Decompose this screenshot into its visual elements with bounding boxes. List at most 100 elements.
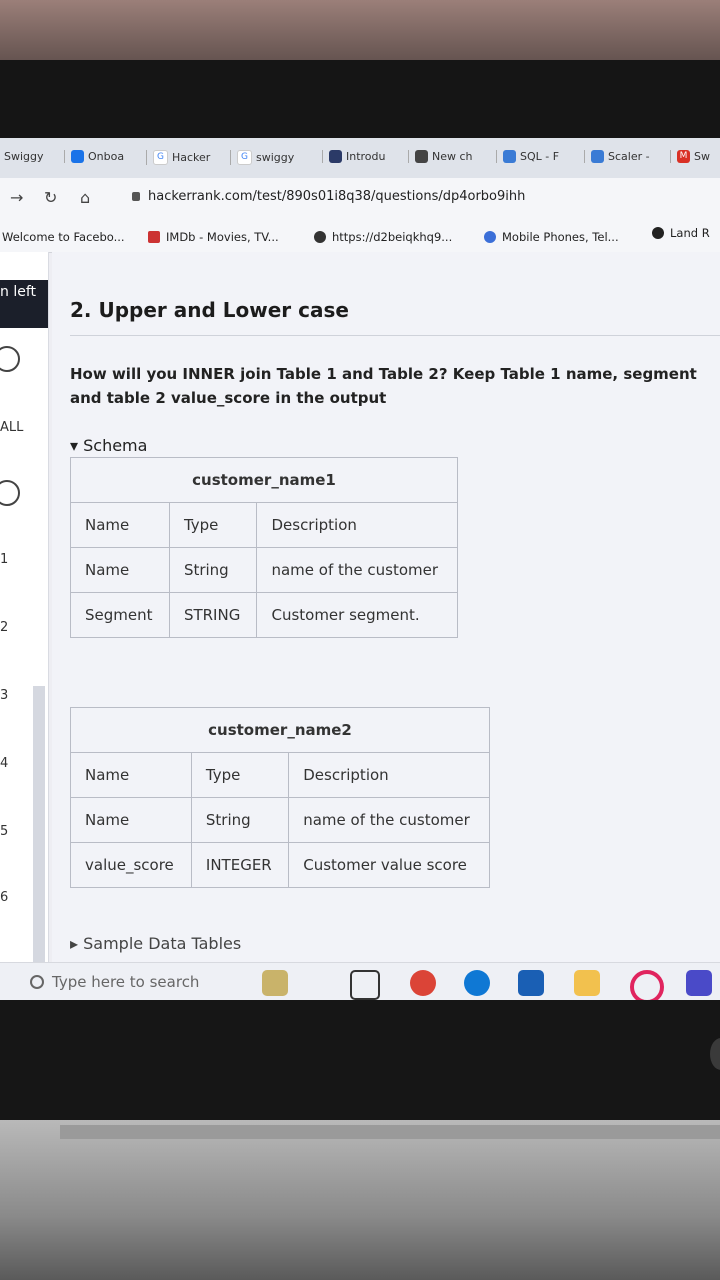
bookmark-land-rover[interactable]: Land R — [652, 226, 710, 240]
question-nav-6[interactable]: 6 — [0, 890, 8, 905]
tab-label: Introdu — [346, 150, 386, 163]
bookmark-label: https://d2beiqkhq9... — [332, 230, 453, 244]
edge-icon[interactable] — [464, 970, 490, 996]
question-number: 2 — [0, 620, 9, 635]
table-header-cell: Description — [288, 752, 490, 798]
all-label: ALL — [0, 420, 24, 435]
question-text: How will you INNER join Table 1 and Tabl… — [70, 365, 697, 407]
tab-label: Swiggy — [4, 150, 44, 163]
tab-label: Hacker — [172, 151, 211, 164]
table-caption: customer_name2 — [70, 707, 490, 753]
table-cell: STRING — [168, 592, 258, 638]
imdb-icon — [148, 231, 160, 243]
laptop-hinge — [60, 1125, 720, 1139]
schema-toggle[interactable]: ▾ Schema — [70, 436, 147, 455]
table-cell: Customer value score — [288, 842, 490, 888]
table-row: value_score INTEGER Customer value score — [70, 842, 490, 888]
globe-icon — [314, 231, 326, 243]
tab-sql[interactable]: SQL - F — [496, 150, 559, 163]
weather-icon[interactable] — [262, 970, 288, 996]
tab-onboa[interactable]: Onboa — [64, 150, 124, 163]
bookmark-d2beiqkhq9[interactable]: https://d2beiqkhq9... — [314, 230, 452, 244]
tab-scaler[interactable]: Scaler - — [584, 150, 650, 163]
table-row: Segment STRING Customer segment. — [70, 592, 458, 638]
table-cell: Customer segment. — [256, 592, 458, 638]
question-title: 2. Upper and Lower case — [70, 298, 349, 322]
search-icon — [30, 975, 44, 989]
table-cell: name of the customer — [256, 547, 458, 593]
chatgpt-icon — [415, 150, 428, 163]
task-view-icon[interactable] — [350, 970, 380, 1000]
opera-icon[interactable] — [630, 970, 664, 1004]
bookmark-label: Welcome to Facebo... — [2, 230, 125, 244]
bookmark-label: Land R — [670, 226, 710, 240]
forward-icon[interactable]: → — [10, 188, 23, 207]
table-header-row: Name Type Description — [70, 502, 458, 548]
sample-data-toggle[interactable]: ▸ Sample Data Tables — [70, 934, 241, 953]
tab-hacker[interactable]: G Hacker — [146, 150, 210, 165]
question-nav-1[interactable]: 1 — [0, 552, 8, 567]
table-caption-row: customer_name2 — [70, 707, 490, 753]
search-placeholder: Type here to search — [52, 973, 200, 991]
table-header-cell: Description — [256, 502, 458, 548]
scaler-icon — [503, 150, 516, 163]
winrar-icon[interactable] — [686, 970, 712, 996]
tab-new-ch[interactable]: New ch — [408, 150, 473, 163]
bookmark-facebook[interactable]: Welcome to Facebo... — [2, 230, 125, 244]
time-left-label: n left — [0, 284, 36, 300]
tab-label: Sw — [694, 150, 710, 163]
table-header-cell: Type — [190, 752, 290, 798]
time-left-badge: n left — [0, 280, 48, 328]
chrome-icon[interactable] — [410, 970, 436, 996]
table-row: Name String name of the customer — [70, 547, 458, 593]
table-cell: String — [190, 797, 290, 843]
monitor-bezel-bottom — [0, 1000, 720, 1135]
question-nav-3[interactable]: 3 — [0, 688, 8, 703]
url-text: hackerrank.com/test/890s01i8q38/question… — [148, 189, 526, 204]
question-nav-5[interactable]: 5 — [0, 824, 8, 839]
question-number: 6 — [0, 890, 9, 905]
tab-label: SQL - F — [520, 150, 560, 163]
tab-swiggy-2[interactable]: Gswiggy — [230, 150, 294, 165]
file-explorer-icon[interactable] — [574, 970, 600, 996]
url-field[interactable]: hackerrank.com/test/890s01i8q38/question… — [132, 189, 525, 204]
store-icon[interactable] — [518, 970, 544, 996]
table-cell: String — [168, 547, 258, 593]
table-cell: value_score — [70, 842, 192, 888]
table-cell: Segment — [70, 592, 170, 638]
question-number: 4 — [0, 756, 9, 771]
home-icon[interactable]: ⌂ — [80, 188, 90, 207]
taskbar-search[interactable]: Type here to search — [30, 973, 199, 991]
sidebar-scrollbar[interactable] — [33, 686, 45, 1008]
table-cell: Name — [70, 797, 192, 843]
page-icon — [329, 150, 342, 163]
tab-swiggy[interactable]: Swiggy — [4, 150, 44, 163]
table-caption-row: customer_name1 — [70, 457, 458, 503]
google-icon: G — [153, 150, 168, 165]
question-nav-2[interactable]: 2 — [0, 620, 8, 635]
bookmark-imdb[interactable]: IMDb - Movies, TV... — [148, 230, 279, 244]
table-cell: Name — [70, 547, 170, 593]
table-header-row: Name Type Description — [70, 752, 490, 798]
question-number: 3 — [0, 688, 9, 703]
schema-table-2: customer_name2 Name Type Description Nam… — [70, 707, 490, 888]
all-questions-link[interactable]: ALL — [0, 420, 23, 435]
question-nav-4[interactable]: 4 — [0, 756, 8, 771]
store-icon — [484, 231, 496, 243]
question-number: 1 — [0, 552, 9, 567]
reload-icon[interactable]: ↻ — [44, 188, 57, 207]
bookmark-label: IMDb - Movies, TV... — [166, 230, 279, 244]
tab-gmail[interactable]: M Sw — [670, 150, 710, 163]
google-icon: G — [237, 150, 252, 165]
table-caption: customer_name1 — [70, 457, 458, 503]
scaler-icon — [591, 150, 604, 163]
monitor-bezel-top — [0, 60, 720, 150]
schema-table-1: customer_name1 Name Type Description Nam… — [70, 457, 458, 638]
landrover-icon — [652, 227, 664, 239]
tab-label: Onboa — [88, 150, 125, 163]
table-row: Name String name of the customer — [70, 797, 490, 843]
laptop-base — [0, 1120, 720, 1280]
question-number: 5 — [0, 824, 9, 839]
tab-introdu[interactable]: Introdu — [322, 150, 386, 163]
bookmark-mobile-phones[interactable]: Mobile Phones, Tel... — [484, 230, 619, 244]
